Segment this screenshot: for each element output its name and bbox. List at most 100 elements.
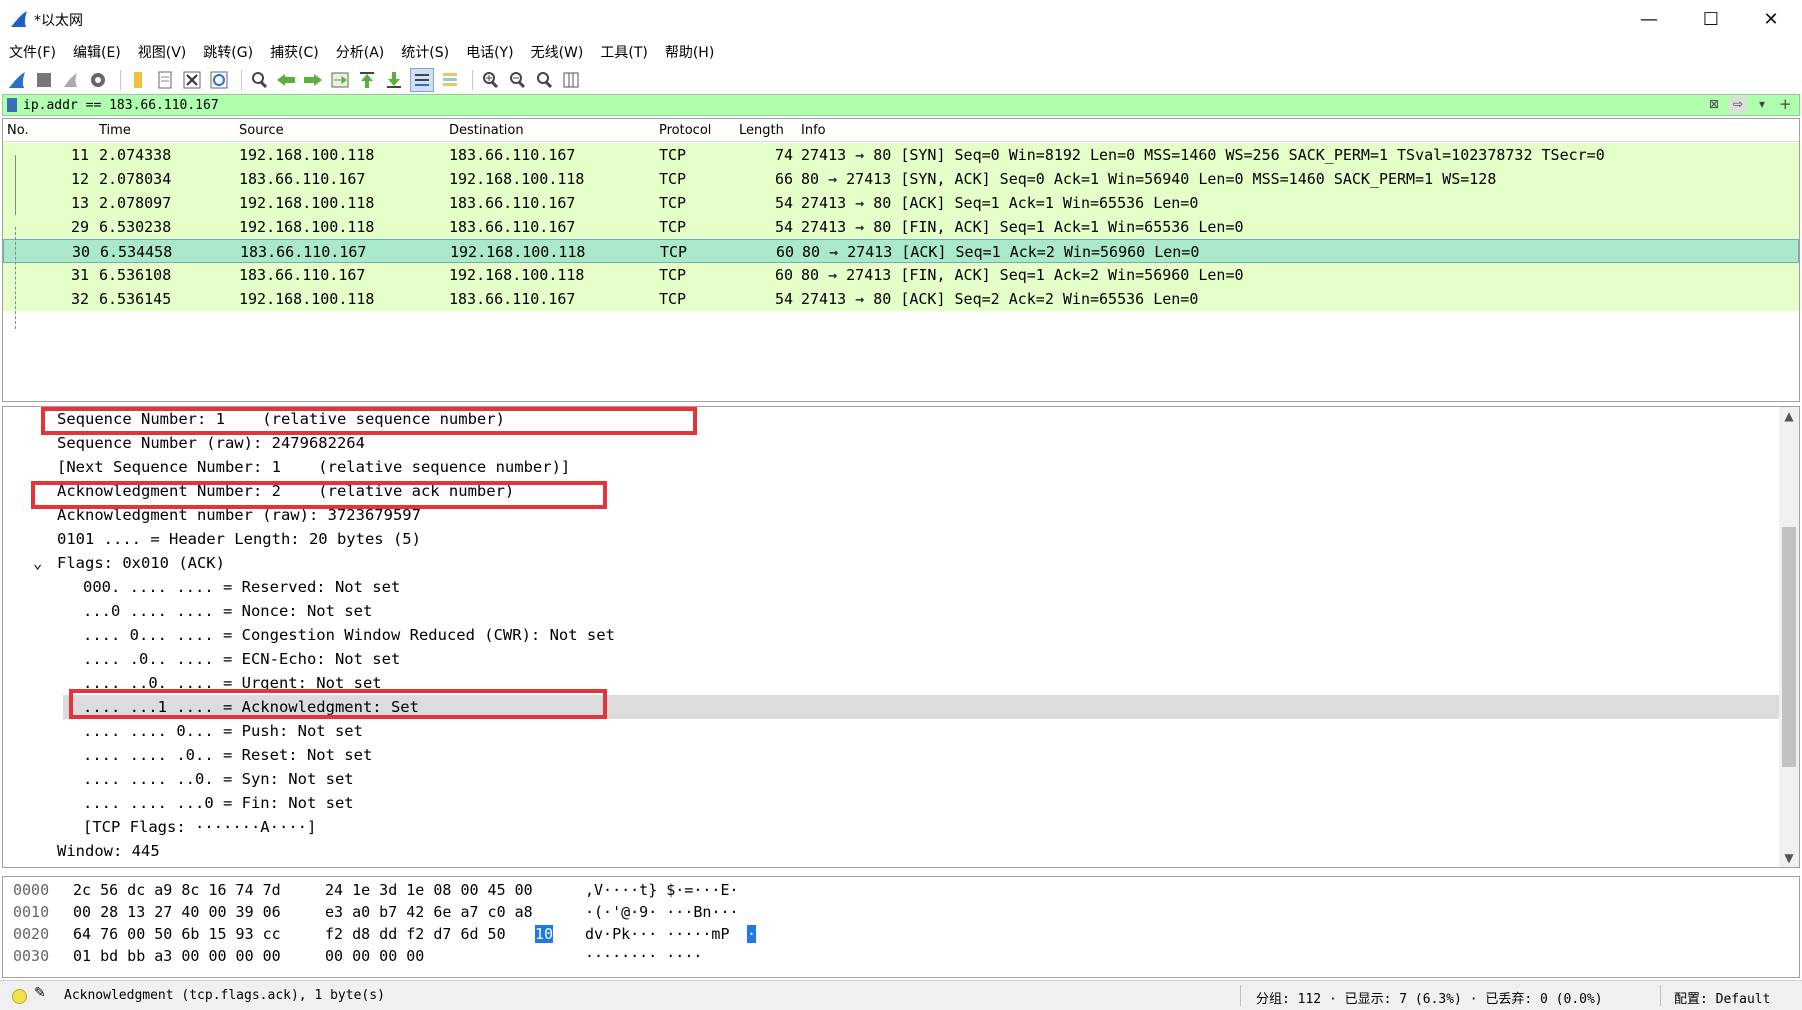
menu-analyze[interactable]: 分析(A) <box>327 40 393 64</box>
menu-tools[interactable]: 工具(T) <box>591 40 655 64</box>
packet-source: 192.168.100.118 <box>239 218 375 236</box>
find-magnifier-icon[interactable] <box>248 69 270 91</box>
zoom-normal-icon[interactable] <box>533 69 555 91</box>
scrollbar-thumb[interactable] <box>1782 527 1796 767</box>
tree-item-text: [Next Sequence Number: 1 (relative seque… <box>57 458 571 476</box>
goto-packet-icon[interactable] <box>329 69 351 91</box>
tree-item-text: .... .... ...0 = Fin: Not set <box>83 794 354 812</box>
packet-row[interactable]: 13 2.078097 192.168.100.118 183.66.110.167 T… <box>3 191 1799 215</box>
packet-source: 183.66.110.167 <box>239 266 366 284</box>
display-filter-bar: ⊠ ⇨ ▾ + <box>2 94 1800 116</box>
shark-fin-start-icon[interactable] <box>6 69 28 91</box>
hex-bytes: 24 1e 3d 1e 08 00 45 00 <box>325 881 533 899</box>
packet-row-selected[interactable]: 30 6.534458 183.66.110.167 192.168.100.118 T… <box>3 239 1799 263</box>
tree-item[interactable]: .... .... ...0 = Fin: Not set <box>3 791 1779 815</box>
file-icon[interactable] <box>154 69 176 91</box>
scroll-up-icon[interactable]: ▲ <box>1779 409 1799 423</box>
zoom-out-icon[interactable] <box>506 69 528 91</box>
open-folder-icon[interactable] <box>127 69 149 91</box>
display-filter-input[interactable] <box>23 96 1703 114</box>
bookmark-icon[interactable] <box>7 98 17 112</box>
col-length[interactable]: Length <box>739 123 784 138</box>
autoscroll-icon[interactable] <box>410 68 434 92</box>
packet-row[interactable]: 29 6.530238 192.168.100.118 183.66.110.167 T… <box>3 215 1799 239</box>
menu-go[interactable]: 跳转(G) <box>194 40 261 64</box>
menu-telephony[interactable]: 电话(Y) <box>457 40 521 64</box>
hex-row[interactable]: 0000 2c 56 dc a9 8c 16 74 7d 24 1e 3d 1e 0… <box>3 879 1799 901</box>
hex-row[interactable]: 0020 64 76 00 50 6b 15 93 cc f2 d8 dd f2 d… <box>3 923 1799 945</box>
forward-arrow-icon[interactable] <box>302 69 324 91</box>
menu-capture[interactable]: 捕获(C) <box>261 40 327 64</box>
tree-item[interactable]: .... .... ..0. = Syn: Not set <box>3 767 1779 791</box>
resize-columns-icon[interactable] <box>560 69 582 91</box>
hex-row[interactable]: 0030 01 bd bb a3 00 00 00 00 00 00 00 00 ··… <box>3 945 1799 967</box>
hex-offset: 0010 <box>13 903 50 921</box>
collapse-chevron-icon[interactable]: ⌄ <box>33 554 42 572</box>
packet-row[interactable]: 32 6.536145 192.168.100.118 183.66.110.167 T… <box>3 287 1799 311</box>
tree-item-flags[interactable]: ⌄ Flags: 0x010 (ACK) <box>3 551 1779 575</box>
apply-filter-icon[interactable]: ⇨ <box>1729 97 1748 113</box>
status-profile[interactable]: 配置: Default <box>1674 988 1770 1007</box>
details-scrollbar[interactable]: ▲ ▼ <box>1779 407 1799 867</box>
tree-item[interactable]: .... .... .0.. = Reset: Not set <box>3 743 1779 767</box>
edit-comment-icon[interactable]: ✎ <box>34 985 46 1001</box>
packet-length: 66 <box>774 170 793 188</box>
menu-wireless[interactable]: 无线(W) <box>522 40 592 64</box>
ascii-byte-selected[interactable]: · <box>747 925 757 943</box>
scroll-down-icon[interactable]: ▼ <box>1779 851 1799 865</box>
highlight-box <box>69 689 607 719</box>
minimize-button[interactable]: — <box>1620 4 1678 34</box>
hex-bytes: 01 bd bb a3 00 00 00 00 <box>73 947 281 965</box>
tree-item-text: 0101 .... = Header Length: 20 bytes (5) <box>57 530 421 548</box>
menu-file[interactable]: 文件(F) <box>0 40 64 64</box>
menu-statistics[interactable]: 统计(S) <box>392 40 457 64</box>
clear-filter-icon[interactable]: ⊠ <box>1709 97 1719 113</box>
col-protocol[interactable]: Protocol <box>659 123 711 138</box>
col-info[interactable]: Info <box>801 123 826 138</box>
menu-help[interactable]: 帮助(H) <box>656 40 722 64</box>
hex-row[interactable]: 0010 00 28 13 27 40 00 39 06 e3 a0 b7 42 6… <box>3 901 1799 923</box>
menu-view[interactable]: 视图(V) <box>129 40 195 64</box>
col-no[interactable]: No. <box>7 123 29 138</box>
first-packet-icon[interactable] <box>356 69 378 91</box>
tree-item[interactable]: 0101 .... = Header Length: 20 bytes (5) <box>3 527 1779 551</box>
col-source[interactable]: Source <box>239 123 284 138</box>
packet-row[interactable]: 12 2.078034 183.66.110.167 192.168.100.118 T… <box>3 167 1799 191</box>
tree-item[interactable]: Window: 445 <box>3 839 1779 863</box>
hex-bytes: 00 28 13 27 40 00 39 06 <box>73 903 281 921</box>
back-arrow-icon[interactable] <box>275 69 297 91</box>
reload-icon[interactable] <box>208 69 230 91</box>
expert-info-led-icon[interactable] <box>12 989 27 1004</box>
maximize-button[interactable]: ☐ <box>1682 4 1740 34</box>
tree-item-text: .... .0.. .... = ECN-Echo: Not set <box>83 650 401 668</box>
close-button[interactable]: ✕ <box>1742 4 1800 34</box>
packet-row[interactable]: 31 6.536108 183.66.110.167 192.168.100.118 T… <box>3 263 1799 287</box>
menu-edit[interactable]: 编辑(E) <box>64 40 129 64</box>
last-packet-icon[interactable] <box>383 69 405 91</box>
tree-item[interactable]: ...0 .... .... = Nonce: Not set <box>3 599 1779 623</box>
tree-item[interactable]: 000. .... .... = Reserved: Not set <box>3 575 1779 599</box>
packet-info: 27413 → 80 [ACK] Seq=2 Ack=2 Win=65536 L… <box>801 290 1199 308</box>
tree-item[interactable]: .... .0.. .... = ECN-Echo: Not set <box>3 647 1779 671</box>
packet-protocol: TCP <box>659 218 687 236</box>
add-filter-button[interactable]: + <box>1779 95 1792 113</box>
tree-item[interactable]: .... 0... .... = Congestion Window Reduc… <box>3 623 1779 647</box>
options-gear-icon[interactable] <box>87 69 109 91</box>
filter-dropdown-icon[interactable]: ▾ <box>1759 97 1765 113</box>
stop-square-icon[interactable] <box>33 69 55 91</box>
tree-item[interactable]: [TCP Flags: ·······A····] <box>3 815 1779 839</box>
col-destination[interactable]: Destination <box>449 123 524 138</box>
restart-icon[interactable] <box>60 69 82 91</box>
tree-item-text: Sequence Number (raw): 2479682264 <box>57 434 365 452</box>
packet-info: 80 → 27413 [SYN, ACK] Seq=0 Ack=1 Win=56… <box>801 170 1497 188</box>
tree-item[interactable]: .... .... 0... = Push: Not set <box>3 719 1779 743</box>
col-time[interactable]: Time <box>99 123 131 138</box>
packet-row[interactable]: 11 2.074338 192.168.100.118 183.66.110.167 T… <box>3 143 1799 167</box>
colorize-icon[interactable] <box>439 69 461 91</box>
hex-byte-selected[interactable]: 10 <box>535 925 554 943</box>
close-file-icon[interactable] <box>181 69 203 91</box>
packet-length: 54 <box>774 290 793 308</box>
tree-item[interactable]: [Next Sequence Number: 1 (relative seque… <box>3 455 1779 479</box>
zoom-in-icon[interactable] <box>479 69 501 91</box>
packet-time: 6.534458 <box>100 243 173 261</box>
